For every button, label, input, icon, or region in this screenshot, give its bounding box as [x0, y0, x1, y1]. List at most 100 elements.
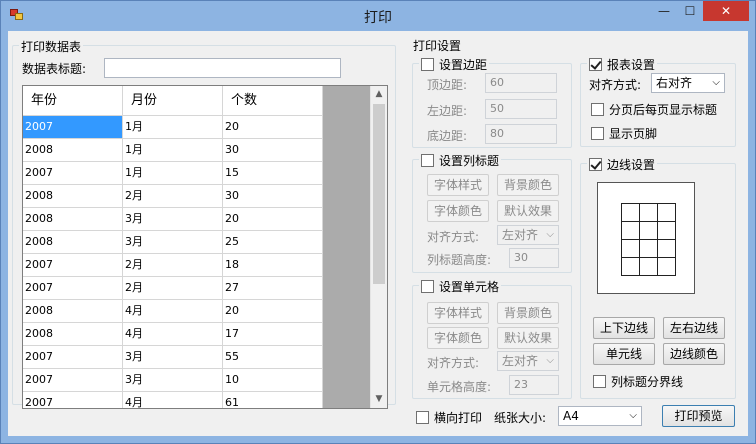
table-cell-month[interactable]: 2月: [123, 254, 223, 277]
table-row[interactable]: 2008 3月 20: [23, 208, 323, 231]
column-header-checkbox[interactable]: 设置列标题: [419, 152, 502, 169]
table-cell-month[interactable]: 2月: [123, 277, 223, 300]
table-cell-month[interactable]: 1月: [123, 162, 223, 185]
table-cell-month[interactable]: 2月: [123, 185, 223, 208]
top-margin-input[interactable]: 60: [485, 73, 557, 93]
cell-height-input[interactable]: 23: [509, 375, 559, 395]
table-row[interactable]: 2007 3月 55: [23, 346, 323, 369]
table-cell-year[interactable]: 2008: [23, 323, 123, 346]
table-cell-count[interactable]: 10: [223, 369, 323, 392]
table-row[interactable]: 2008 1月 30: [23, 139, 323, 162]
table-cell-year[interactable]: 2008: [23, 185, 123, 208]
report-settings-checkbox[interactable]: 报表设置: [587, 56, 658, 73]
table-cell-count[interactable]: 20: [223, 116, 323, 139]
table-cell-year[interactable]: 2008: [23, 139, 123, 162]
table-title-input[interactable]: [104, 58, 341, 78]
column-align-select[interactable]: 左对齐 ⌵: [497, 225, 559, 245]
table-cell-month[interactable]: 3月: [123, 231, 223, 254]
table-cell-year[interactable]: 2007: [23, 392, 123, 408]
table-row[interactable]: 2008 2月 30: [23, 185, 323, 208]
column-divider-checkbox-box[interactable]: [593, 375, 606, 388]
title-bar[interactable]: 打印 — ☐ ✕: [1, 1, 755, 31]
show-footer-checkbox[interactable]: 显示页脚: [591, 125, 657, 142]
cell-line-button[interactable]: 单元线: [593, 343, 655, 365]
table-cell-year[interactable]: 2007: [23, 369, 123, 392]
margins-checkbox-box[interactable]: [421, 58, 434, 71]
table-cell-month[interactable]: 3月: [123, 346, 223, 369]
table-cell-count[interactable]: 55: [223, 346, 323, 369]
table-cell-count[interactable]: 17: [223, 323, 323, 346]
table-cell-count[interactable]: 18: [223, 254, 323, 277]
table-row[interactable]: 2007 1月 15: [23, 162, 323, 185]
column-font-style-button[interactable]: 字体样式: [427, 174, 489, 196]
table-cell-year[interactable]: 2008: [23, 300, 123, 323]
scroll-thumb[interactable]: [373, 104, 385, 284]
table-cell-year[interactable]: 2007: [23, 162, 123, 185]
column-bg-color-button[interactable]: 背景颜色: [497, 174, 559, 196]
table-row[interactable]: 2008 3月 25: [23, 231, 323, 254]
table-cell-count[interactable]: 30: [223, 185, 323, 208]
table-cell-count[interactable]: 15: [223, 162, 323, 185]
table-cell-count[interactable]: 25: [223, 231, 323, 254]
cell-font-style-button[interactable]: 字体样式: [427, 302, 489, 324]
table-cell-month[interactable]: 3月: [123, 369, 223, 392]
table-row[interactable]: 2008 4月 17: [23, 323, 323, 346]
table-cell-month[interactable]: 1月: [123, 139, 223, 162]
table-cell-year[interactable]: 2008: [23, 208, 123, 231]
table-cell-month[interactable]: 4月: [123, 392, 223, 408]
cell-checkbox-box[interactable]: [421, 280, 434, 293]
table-row[interactable]: 2007 1月 20: [23, 116, 323, 139]
table-cell-count[interactable]: 20: [223, 300, 323, 323]
table-cell-count[interactable]: 61: [223, 392, 323, 408]
column-height-input[interactable]: 30: [509, 248, 559, 268]
left-margin-input[interactable]: 50: [485, 99, 557, 119]
cell-bg-color-button[interactable]: 背景颜色: [497, 302, 559, 324]
cell-font-color-button[interactable]: 字体颜色: [427, 327, 489, 349]
grid-vertical-scrollbar[interactable]: ▲ ▼: [370, 86, 387, 408]
report-settings-checkbox-box[interactable]: [589, 58, 602, 71]
cell-default-effect-button[interactable]: 默认效果: [497, 327, 559, 349]
landscape-checkbox-box[interactable]: [416, 411, 429, 424]
column-header-month[interactable]: 月份: [123, 86, 223, 116]
column-default-effect-button[interactable]: 默认效果: [497, 200, 559, 222]
left-right-border-button[interactable]: 左右边线: [663, 317, 725, 339]
minimize-button[interactable]: —: [651, 1, 677, 21]
margins-checkbox[interactable]: 设置边距: [419, 56, 490, 73]
column-divider-checkbox[interactable]: 列标题分界线: [593, 373, 683, 390]
table-cell-month[interactable]: 1月: [123, 116, 223, 139]
report-align-select[interactable]: 右对齐 ⌵: [651, 73, 725, 93]
table-row[interactable]: 2008 4月 20: [23, 300, 323, 323]
maximize-button[interactable]: ☐: [677, 1, 703, 21]
table-cell-year[interactable]: 2007: [23, 254, 123, 277]
table-cell-year[interactable]: 2007: [23, 116, 123, 139]
cell-checkbox[interactable]: 设置单元格: [419, 278, 502, 295]
border-settings-checkbox-box[interactable]: [589, 158, 602, 171]
scroll-down-arrow-icon[interactable]: ▼: [371, 391, 387, 408]
title-each-page-checkbox[interactable]: 分页后每页显示标题: [591, 101, 717, 118]
table-cell-year[interactable]: 2007: [23, 277, 123, 300]
border-color-button[interactable]: 边线颜色: [663, 343, 725, 365]
print-preview-button[interactable]: 打印预览: [662, 405, 735, 427]
show-footer-checkbox-box[interactable]: [591, 127, 604, 140]
table-cell-month[interactable]: 4月: [123, 300, 223, 323]
column-font-color-button[interactable]: 字体颜色: [427, 200, 489, 222]
table-cell-month[interactable]: 3月: [123, 208, 223, 231]
table-cell-count[interactable]: 20: [223, 208, 323, 231]
landscape-checkbox[interactable]: 横向打印: [416, 409, 482, 426]
border-settings-checkbox[interactable]: 边线设置: [587, 156, 658, 173]
table-cell-year[interactable]: 2007: [23, 346, 123, 369]
column-header-year[interactable]: 年份: [23, 86, 123, 116]
column-header-checkbox-box[interactable]: [421, 154, 434, 167]
table-row[interactable]: 2007 4月 61: [23, 392, 323, 408]
close-button[interactable]: ✕: [703, 1, 749, 21]
scroll-up-arrow-icon[interactable]: ▲: [371, 86, 387, 103]
table-row[interactable]: 2007 2月 27: [23, 277, 323, 300]
paper-size-select[interactable]: A4 ⌵: [558, 406, 642, 426]
table-row[interactable]: 2007 2月 18: [23, 254, 323, 277]
data-grid[interactable]: 年份 月份 个数 2007 1月 20 2008 1月 30 2007 1月 15 2008 2月 3…: [22, 85, 388, 409]
bottom-margin-input[interactable]: 80: [485, 124, 557, 144]
table-cell-count[interactable]: 27: [223, 277, 323, 300]
table-cell-month[interactable]: 4月: [123, 323, 223, 346]
title-each-page-checkbox-box[interactable]: [591, 103, 604, 116]
table-row[interactable]: 2007 3月 10: [23, 369, 323, 392]
